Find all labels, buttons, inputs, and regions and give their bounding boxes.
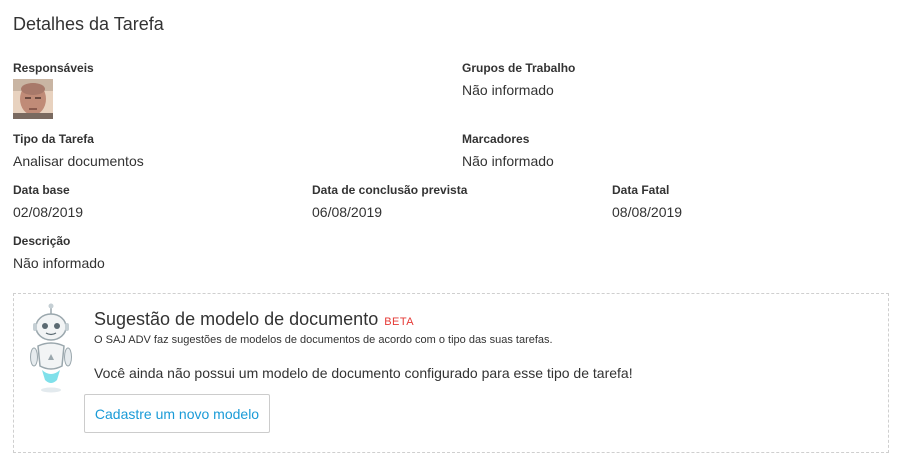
field-data-fatal: Data Fatal 08/08/2019 <box>612 183 682 221</box>
document-suggestion-panel: Sugestão de modelo de documento BETA O SA… <box>13 293 889 453</box>
field-marcadores: Marcadores Não informado <box>462 132 554 170</box>
data-base-value: 02/08/2019 <box>13 204 84 220</box>
suggestion-title-text: Sugestão de modelo de documento <box>94 309 379 329</box>
page-title: Detalhes da Tarefa <box>13 14 164 34</box>
robot-mascot-icon <box>26 302 76 398</box>
data-conclusao-value: 06/08/2019 <box>312 204 383 220</box>
descricao-value: Não informado <box>13 255 105 271</box>
field-tipo: Tipo da Tarefa Analisar documentos <box>13 132 144 170</box>
marcadores-value: Não informado <box>462 153 554 169</box>
tipo-value: Analisar documentos <box>13 153 144 169</box>
field-grupos: Grupos de Trabalho Não informado <box>462 61 575 99</box>
new-template-button[interactable]: Cadastre um novo modelo <box>84 394 270 433</box>
tipo-label: Tipo da Tarefa <box>13 132 94 146</box>
descricao-label: Descrição <box>13 234 71 248</box>
avatar[interactable] <box>13 79 53 119</box>
suggestion-title: Sugestão de modelo de documento BETA <box>94 309 414 330</box>
data-fatal-label: Data Fatal <box>612 183 670 197</box>
data-conclusao-label: Data de conclusão prevista <box>312 183 468 197</box>
marcadores-label: Marcadores <box>462 132 530 146</box>
data-base-label: Data base <box>13 183 70 197</box>
data-fatal-value: 08/08/2019 <box>612 204 683 220</box>
grupos-value: Não informado <box>462 82 554 98</box>
suggestion-notice: Você ainda não possui um modelo de docum… <box>94 365 633 381</box>
field-data-base: Data base 02/08/2019 <box>13 183 83 221</box>
grupos-label: Grupos de Trabalho <box>462 61 576 75</box>
field-data-conclusao: Data de conclusão prevista 06/08/2019 <box>312 183 467 221</box>
beta-badge: BETA <box>384 316 415 328</box>
field-descricao: Descrição Não informado <box>13 234 105 272</box>
field-responsaveis: Responsáveis <box>13 61 94 119</box>
responsaveis-label: Responsáveis <box>13 61 94 75</box>
suggestion-description: O SAJ ADV faz sugestões de modelos de do… <box>94 334 553 346</box>
